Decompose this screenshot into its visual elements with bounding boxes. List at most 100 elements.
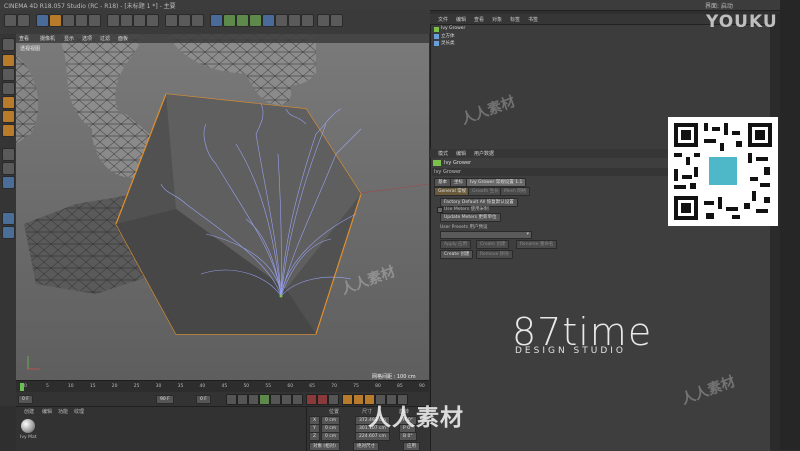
viewport-menu-options[interactable]: 选项 [82,35,92,42]
array-icon[interactable] [249,14,262,27]
go-to-start-icon[interactable] [226,394,237,405]
viewport-menu-camera[interactable]: 摄像机 [40,35,55,42]
z-axis-icon[interactable] [133,14,146,27]
next-frame-icon[interactable] [270,394,281,405]
main-toolbar [0,10,430,35]
playhead[interactable] [20,383,24,391]
object-list-item[interactable]: Ivy Grower [432,26,492,33]
object-list-item[interactable]: 立方体 [432,33,492,40]
preset-rename-button[interactable]: Rename 重命名 [516,240,558,249]
redo-icon[interactable] [17,14,30,27]
x-axis-icon[interactable] [107,14,120,27]
enable-axis-icon[interactable] [2,148,15,161]
obj-menu-tags[interactable]: 标签 [510,16,520,23]
auto-key-icon[interactable] [317,394,328,405]
light-bulb-icon[interactable] [330,14,343,27]
polygons-mode-icon[interactable] [2,124,15,137]
tweak-mode-icon[interactable] [2,162,15,175]
play-icon[interactable] [259,394,270,405]
viewport-menu-display[interactable]: 显示 [64,35,74,42]
attr-menu-mode[interactable]: 模式 [438,150,448,157]
rotate-icon[interactable] [75,14,88,27]
texture-mode-icon[interactable] [2,68,15,81]
current-frame-field[interactable]: 0 F [196,395,211,404]
rrsc-watermark: 人人素材 [368,405,464,431]
nurbs-icon[interactable] [236,14,249,27]
snap-icon[interactable] [2,176,15,189]
select-icon[interactable] [36,14,49,27]
mat-menu-create[interactable]: 创建 [24,408,34,415]
obj-menu-edit[interactable]: 编辑 [456,16,466,23]
viewport-menu-view[interactable]: 查看 [19,35,29,42]
key-selection-icon[interactable] [328,394,339,405]
light-icon[interactable] [301,14,314,27]
perspective-viewport[interactable] [16,34,429,380]
attr-menu-edit[interactable]: 编辑 [456,150,466,157]
viewport-menu-panel[interactable]: 面板 [118,35,128,42]
user-presets-dropdown[interactable]: ▾ [440,231,532,239]
attr-menu-userdata[interactable]: 用户数据 [474,150,494,157]
attr-tab-coord[interactable]: 坐标 [450,178,467,187]
render-settings-icon[interactable] [191,14,204,27]
preset-create-button-2[interactable]: Create 创建 [440,250,474,259]
obj-menu-file[interactable]: 文件 [438,16,448,23]
coord-position-field[interactable]: 0 cm [321,432,341,441]
scale-icon[interactable] [62,14,75,27]
layout-label[interactable]: 界面: 启动 [705,1,733,10]
previous-key-icon[interactable] [237,394,248,405]
update-meters-button[interactable]: Update Meters 更新单位 [440,213,501,222]
preset-remove-button[interactable]: Remove 移除 [476,250,513,259]
make-editable-icon[interactable] [2,38,15,51]
spline-icon[interactable] [223,14,236,27]
edges-mode-icon[interactable] [2,110,15,123]
attr-tab-growth[interactable]: Growth 生长 [468,187,503,196]
undo-icon[interactable] [4,14,17,27]
obj-menu-bookmarks[interactable]: 书签 [528,16,538,23]
mat-menu-edit[interactable]: 编辑 [42,408,52,415]
render-picture-icon[interactable] [178,14,191,27]
scene-icon[interactable] [275,14,288,27]
workplane-icon[interactable] [2,82,15,95]
previous-frame-icon[interactable] [248,394,259,405]
preset-apply-button[interactable]: Apply 应用 [440,240,472,249]
object-name: Ivy Grower [441,26,466,31]
material-swatch[interactable] [21,419,35,433]
move-icon[interactable] [49,14,62,27]
viewport-menu-filter[interactable]: 过滤 [100,35,110,42]
attr-tab-general[interactable]: General 常规 [434,187,471,196]
y-axis-icon[interactable] [120,14,133,27]
render-view-icon[interactable] [165,14,178,27]
obj-menu-view[interactable]: 查看 [474,16,484,23]
viewport-label: 透视视图 [20,46,41,52]
attr-tab-ivy[interactable]: Ivy Grower 常规设置 1.1 [466,178,527,187]
model-mode-icon[interactable] [2,54,15,67]
cube-icon[interactable] [210,14,223,27]
attr-tab-mesh[interactable]: Mesh 网格 [500,187,531,196]
attr-tab-basic[interactable]: 基本 [434,178,451,187]
user-presets-label: User Presets 用户预设 [440,225,488,230]
grid-icon[interactable] [2,226,15,239]
position-key-icon[interactable] [342,394,353,405]
preset-create-button[interactable]: Create 创建 [476,240,510,249]
more-tools-icon[interactable] [317,14,330,27]
camera-icon[interactable] [288,14,301,27]
points-mode-icon[interactable] [2,96,15,109]
next-key-icon[interactable] [281,394,292,405]
end-frame-field[interactable]: 90 F [156,395,174,404]
workplane-lock-icon[interactable] [2,212,15,225]
deformer-icon[interactable] [262,14,275,27]
record-icon[interactable] [306,394,317,405]
start-frame-field[interactable]: 0 F [18,395,33,404]
obj-menu-object[interactable]: 对象 [492,16,502,23]
go-to-end-icon[interactable] [292,394,303,405]
mat-menu-function[interactable]: 功能 [58,408,68,415]
mat-menu-texture[interactable]: 纹理 [74,408,84,415]
viewport-menu: 查看 摄像机 显示 选项 过滤 面板 [16,34,429,43]
coordinate-system-icon[interactable] [146,14,159,27]
recent-tool-icon[interactable] [88,14,101,27]
coord-rotation-field[interactable]: B 0° [399,432,417,441]
object-list-item[interactable]: 灵长类 [432,40,492,47]
coord-size-field[interactable]: 224.607 cm [355,432,390,441]
material-name[interactable]: Ivy Mat [20,435,37,440]
scale-key-icon[interactable] [353,394,364,405]
